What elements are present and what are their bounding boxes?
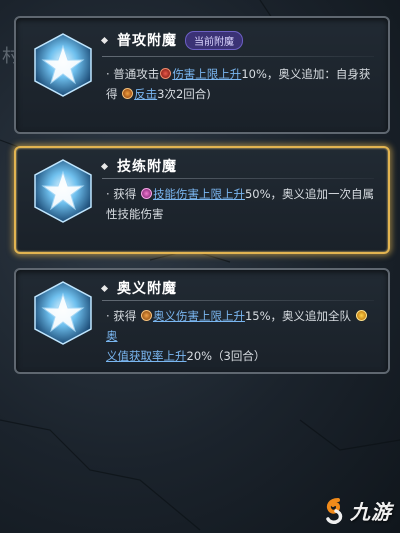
- keyword-link[interactable]: 义值获取率上升: [106, 349, 187, 363]
- keyword-link[interactable]: 技能伤害上限上升: [153, 187, 245, 201]
- keyword-link[interactable]: 伤害上限上升: [172, 67, 241, 81]
- card-title-row: 普攻附魔 当前附魔: [100, 30, 243, 50]
- keyword-link[interactable]: 奥: [106, 329, 118, 343]
- card-title-row: 技练附魔: [100, 156, 177, 176]
- keyword-link[interactable]: 反击: [134, 87, 157, 101]
- title-divider: [102, 178, 374, 179]
- damage-up-icon: [160, 68, 172, 79]
- watermark-text: 九游: [350, 500, 392, 524]
- card-description: · 获得 奥义伤害上限上升15%，奥义追加全队 奥 义值获取率上升20%（3回合…: [106, 306, 376, 366]
- enchant-card-ougi[interactable]: 奥义附魔 · 获得 奥义伤害上限上升15%，奥义追加全队 奥 义值获取率上升20…: [14, 268, 390, 374]
- title-diamond-icon: [100, 36, 109, 44]
- card-title-row: 奥义附魔: [100, 278, 177, 298]
- card-description: · 普通攻击 伤害上限上升10%，奥义追加：自身获 得 反击3次2回合): [106, 67, 371, 101]
- skill-icon: [140, 188, 152, 199]
- keyword-link[interactable]: 奥义伤害上限上升: [153, 309, 245, 323]
- title-diamond-icon: [100, 284, 109, 292]
- card-title: 普攻附魔: [117, 33, 177, 49]
- current-enchant-badge: 当前附魔: [185, 30, 243, 50]
- ougi-damage-icon: [140, 310, 152, 321]
- jiuyou-logo-icon: [326, 497, 343, 524]
- star-gem-icon: [34, 159, 92, 223]
- card-title: 奥义附魔: [117, 281, 177, 297]
- enchant-card-skill[interactable]: 技练附魔 · 获得 技能伤害上限上升50%，奥义追加一次自属 性技能伤害: [14, 146, 390, 254]
- star-gem-icon: [34, 33, 92, 97]
- ougi-icon: [355, 310, 367, 321]
- title-divider: [102, 300, 374, 301]
- title-diamond-icon: [100, 162, 109, 170]
- star-gem-icon: [34, 281, 92, 345]
- title-divider: [102, 56, 374, 57]
- watermark-logo: 九游: [324, 496, 392, 525]
- card-title: 技练附魔: [117, 159, 177, 175]
- card-description: · 获得 技能伤害上限上升50%，奥义追加一次自属 性技能伤害: [106, 187, 375, 221]
- counter-icon: [122, 88, 134, 99]
- enchant-card-normal-attack[interactable]: 普攻附魔 当前附魔 · 普通攻击 伤害上限上升10%，奥义追加：自身获 得 反击3…: [14, 16, 390, 134]
